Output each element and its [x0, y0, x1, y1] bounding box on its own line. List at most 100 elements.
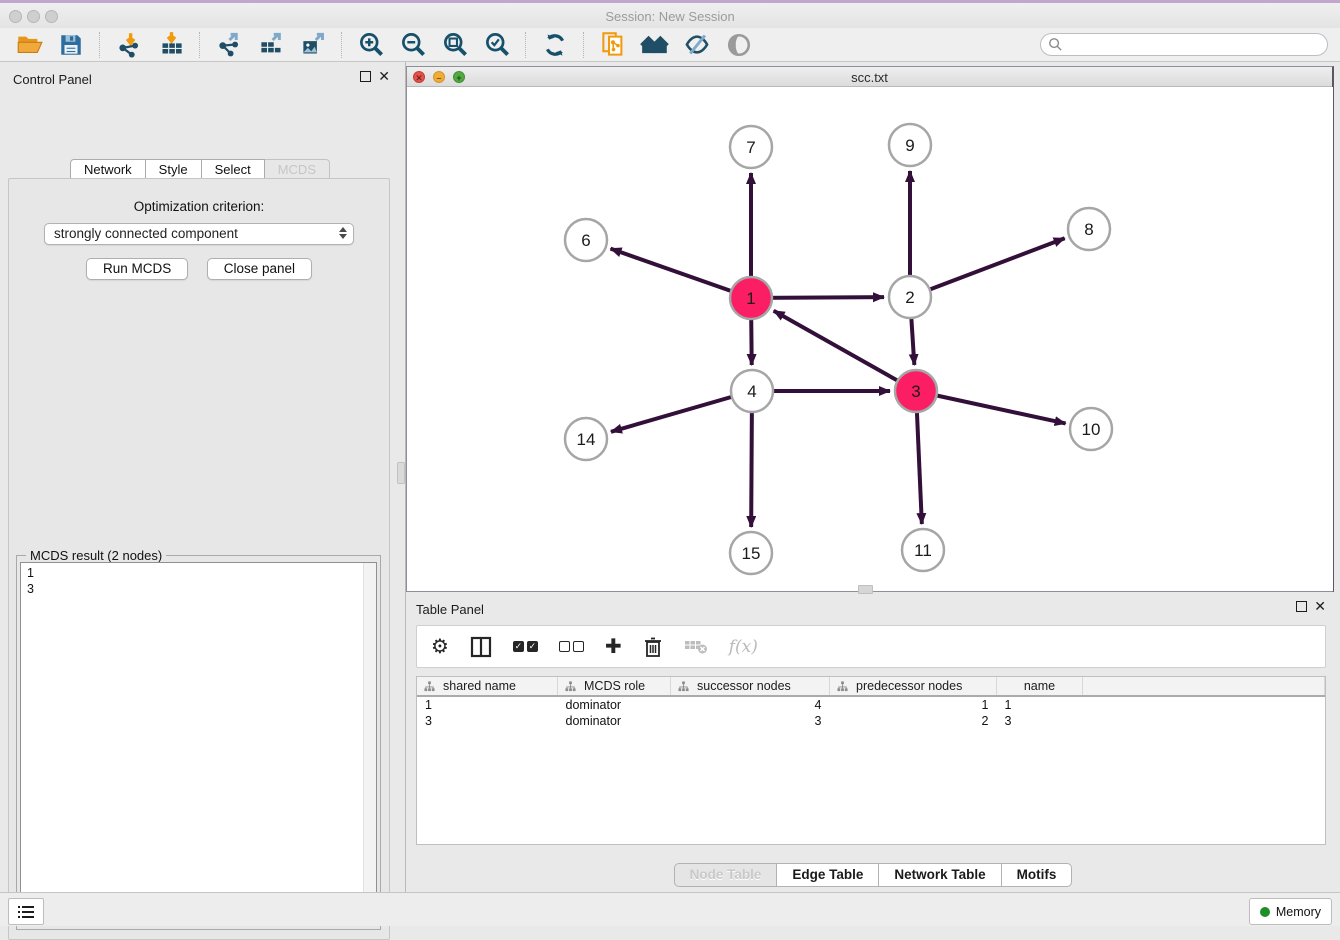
trash-icon: [643, 636, 663, 658]
unchecked-box-icon: [573, 641, 584, 652]
deselect-all-columns-button[interactable]: [559, 634, 584, 660]
svg-text:2: 2: [905, 288, 914, 307]
svg-text:9: 9: [905, 136, 914, 155]
status-bar: Memory: [0, 892, 1340, 926]
toolbar-separator: [99, 32, 101, 58]
graph-node-1[interactable]: 1: [730, 277, 772, 319]
column-header-mcds-role[interactable]: MCDS role: [558, 677, 671, 696]
import-network-button[interactable]: [113, 30, 145, 60]
svg-text:7: 7: [746, 138, 755, 157]
delete-table-button[interactable]: [684, 634, 708, 660]
list-icon: [17, 904, 35, 920]
table-panel-title: Table Panel: [416, 602, 484, 617]
column-header-successor-nodes[interactable]: successor nodes: [671, 677, 830, 696]
column-header-name[interactable]: name: [997, 677, 1083, 696]
memory-button[interactable]: Memory: [1249, 898, 1332, 925]
main-toolbar: [0, 28, 1340, 62]
add-column-button[interactable]: ✚: [605, 634, 622, 660]
first-neighbors-button[interactable]: [639, 30, 671, 60]
tab-motifs[interactable]: Motifs: [1002, 863, 1073, 887]
graph-node-6[interactable]: 6: [565, 219, 607, 261]
network-canvas[interactable]: 7 9 6 8 1 2 4 3 14 10 15 11: [407, 87, 1333, 591]
zoom-selected-button[interactable]: [481, 30, 513, 60]
network-window-titlebar[interactable]: ✕ – + scc.txt: [407, 67, 1332, 87]
export-table-icon: [258, 31, 285, 58]
zoom-fit-icon: [442, 31, 469, 58]
function-builder-button[interactable]: f(x): [729, 634, 758, 660]
splitter-grip[interactable]: [397, 462, 405, 484]
task-history-button[interactable]: [8, 898, 44, 925]
clone-network-button[interactable]: [597, 30, 629, 60]
graph-node-3[interactable]: 3: [895, 370, 937, 412]
toolbar-separator: [199, 32, 201, 58]
graph-node-14[interactable]: 14: [565, 418, 607, 460]
checked-box-icon: ✓: [513, 641, 524, 652]
open-session-button[interactable]: [13, 30, 45, 60]
export-table-button[interactable]: [255, 30, 287, 60]
birds-eye-view-button[interactable]: [723, 30, 755, 60]
search-box[interactable]: [1040, 33, 1328, 56]
mcds-panel: Optimization criterion: strongly connect…: [8, 178, 390, 940]
unchecked-box-icon: [559, 641, 570, 652]
zoom-in-icon: [358, 31, 385, 58]
graph-node-15[interactable]: 15: [730, 532, 772, 574]
mcds-result-title: MCDS result (2 nodes): [26, 548, 166, 563]
import-table-button[interactable]: [155, 30, 187, 60]
table-settings-button[interactable]: ⚙: [431, 634, 449, 660]
titlebar: Session: New Session: [0, 3, 1340, 28]
split-columns-button[interactable]: [470, 634, 492, 660]
zoom-fit-button[interactable]: [439, 30, 471, 60]
svg-text:8: 8: [1084, 220, 1093, 239]
table-panel-close-button[interactable]: ✕: [1314, 601, 1326, 612]
vertical-splitter[interactable]: [396, 62, 406, 892]
tab-network-table[interactable]: Network Table: [879, 863, 1001, 887]
search-input[interactable]: [1068, 35, 1327, 55]
mcds-result-text[interactable]: 1 3: [20, 562, 377, 926]
horizontal-splitter-grip[interactable]: [858, 585, 873, 594]
zoom-selected-icon: [484, 31, 511, 58]
tab-edge-table[interactable]: Edge Table: [777, 863, 879, 887]
export-network-button[interactable]: [213, 30, 245, 60]
table-panel-float-button[interactable]: [1296, 601, 1307, 612]
delete-column-button[interactable]: [643, 634, 663, 660]
control-panel-float-button[interactable]: [360, 71, 371, 82]
table-row[interactable]: 3dominator323: [417, 713, 1325, 729]
open-folder-icon: [16, 31, 43, 58]
run-mcds-button[interactable]: Run MCDS: [86, 258, 188, 280]
save-session-button[interactable]: [55, 30, 87, 60]
split-columns-icon: [470, 636, 492, 658]
select-all-columns-button[interactable]: ✓✓: [513, 634, 538, 660]
svg-text:14: 14: [577, 430, 596, 449]
graph-node-10[interactable]: 10: [1070, 408, 1112, 450]
network-window-title: scc.txt: [407, 70, 1332, 85]
graph-node-7[interactable]: 7: [730, 126, 772, 168]
graph-node-11[interactable]: 11: [902, 529, 944, 571]
table-row[interactable]: 1dominator411: [417, 696, 1325, 713]
refresh-icon: [542, 32, 568, 58]
zoom-in-button[interactable]: [355, 30, 387, 60]
graph-edge-3-1[interactable]: [774, 311, 916, 391]
graph-edge-3-10[interactable]: [916, 391, 1066, 423]
tree-icon: [565, 681, 576, 692]
graph-node-9[interactable]: 9: [889, 124, 931, 166]
graph-edge-1-6[interactable]: [611, 249, 751, 298]
svg-text:4: 4: [747, 382, 756, 401]
zoom-out-button[interactable]: [397, 30, 429, 60]
graph-node-8[interactable]: 8: [1068, 208, 1110, 250]
svg-text:10: 10: [1082, 420, 1101, 439]
close-panel-button[interactable]: Close panel: [207, 258, 312, 280]
control-panel-close-button[interactable]: ✕: [378, 71, 390, 82]
graph-edge-2-8[interactable]: [910, 238, 1065, 297]
toolbar-separator: [525, 32, 527, 58]
graph-node-2[interactable]: 2: [889, 276, 931, 318]
result-scrollbar[interactable]: [363, 563, 376, 925]
export-image-button[interactable]: [297, 30, 329, 60]
graphics-details-button[interactable]: [681, 30, 713, 60]
apply-layout-button[interactable]: [539, 30, 571, 60]
column-header-shared-name[interactable]: shared name: [417, 677, 558, 696]
criterion-select[interactable]: strongly connected component: [44, 223, 354, 245]
toolbar-separator: [583, 32, 585, 58]
column-header-predecessor-nodes[interactable]: predecessor nodes: [830, 677, 997, 696]
graph-node-4[interactable]: 4: [731, 370, 773, 412]
tab-node-table[interactable]: Node Table: [674, 863, 778, 887]
